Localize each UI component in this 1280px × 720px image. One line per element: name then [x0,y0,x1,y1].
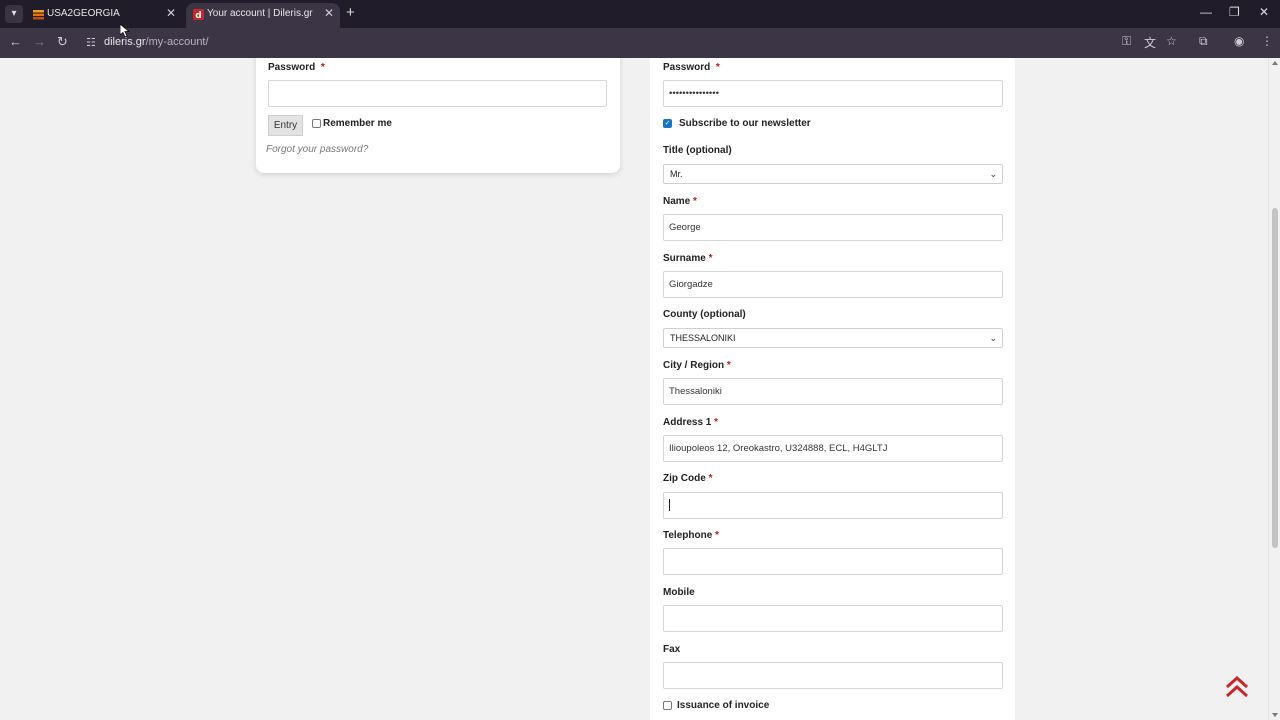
mobile-label: Mobile [663,587,695,598]
new-tab-icon[interactable]: + [346,4,355,21]
url-path: /my-account/ [145,36,209,48]
dileris-favicon-icon: d [193,9,204,20]
entry-button[interactable]: Entry [268,115,303,136]
county-select-value: THESSALONIKI [670,333,736,343]
profile-icon[interactable]: ◉ [1234,34,1244,48]
tab-title: Your account | Dileris.gr [207,8,313,19]
close-tab-icon[interactable]: ✕ [324,6,334,20]
name-label: Name * [663,196,697,207]
site-settings-icon[interactable]: ☷ [86,36,96,49]
svg-text:d: d [195,11,201,20]
tab-usa2georgia[interactable]: USA2GEORGIA ✕ [26,3,182,28]
extensions-icon[interactable]: ⧉ [1199,34,1208,49]
newsletter-label: Subscribe to our newsletter [679,118,811,129]
login-password-input[interactable] [268,80,607,107]
scroll-to-top-icon[interactable] [1224,674,1250,700]
translate-icon[interactable]: 文 [1144,34,1156,51]
text-caret [669,499,670,512]
title-select-value: Mr. [670,169,683,179]
login-password-label: Password * [268,62,325,73]
close-window-icon[interactable]: ✕ [1259,5,1269,19]
telephone-input[interactable] [663,548,1003,575]
invoice-checkbox[interactable] [663,701,672,710]
forgot-password-link[interactable]: Forgot your password? [266,144,368,155]
reload-icon[interactable]: ↻ [57,34,68,50]
name-input[interactable]: George [663,214,1003,241]
register-password-input[interactable]: ••••••••••••••• [663,80,1003,107]
scroll-up-arrow-icon[interactable] [1272,61,1278,65]
chevron-down-icon: ⌄ [989,333,997,343]
invoice-label: Issuance of invoice [677,700,770,711]
city-input[interactable]: Thessaloniki [663,378,1003,405]
fax-input[interactable] [663,662,1003,689]
remember-me-label: Remember me [323,118,392,129]
browser-toolbar: ← → ↻ ☷ dileris.gr/my-account/ ⚿ 文 ☆ ⧉ ◉… [0,28,1280,58]
close-tab-icon[interactable]: ✕ [166,6,176,20]
county-select[interactable]: THESSALONIKI ⌄ [663,328,1003,348]
back-icon[interactable]: ← [9,34,22,49]
tab-title: USA2GEORGIA [47,8,120,19]
forward-icon[interactable]: → [33,34,46,49]
login-card [256,58,620,173]
restore-icon[interactable]: ❐ [1229,5,1240,19]
address-input[interactable]: Ilioupoleos 12, Oreokastro, U324888, ECL… [663,435,1003,462]
bookmark-star-icon[interactable]: ☆ [1166,34,1177,48]
chevron-down-icon: ⌄ [989,169,997,179]
mouse-cursor-icon [120,24,130,38]
page-scrollbar[interactable] [1268,58,1280,720]
scroll-down-arrow-icon[interactable] [1272,713,1278,717]
scrollbar-thumb[interactable] [1272,208,1278,548]
title-select[interactable]: Mr. ⌄ [663,164,1003,184]
mobile-input[interactable] [663,605,1003,632]
fax-label: Fax [663,644,681,655]
usa2georgia-favicon-icon [33,10,44,20]
surname-input[interactable]: Giorgadze [663,271,1003,298]
title-label: Title (optional) [663,145,732,156]
tab-list-icon[interactable]: ▾ [5,5,23,23]
zip-input[interactable] [663,492,1003,519]
tab-your-account[interactable]: d Your account | Dileris.gr ✕ [186,3,340,28]
county-label: County (optional) [663,309,746,320]
remember-me-checkbox[interactable] [312,119,321,128]
city-label: City / Region * [663,360,731,371]
address-label: Address 1 * [663,417,719,428]
newsletter-checkbox[interactable]: ✓ [663,119,672,128]
telephone-label: Telephone * [663,530,719,541]
minimize-icon[interactable]: — [1200,5,1212,19]
surname-label: Surname * [663,253,713,264]
password-key-icon[interactable]: ⚿ [1122,34,1131,49]
page-content: Password * Remember me Forgot your passw… [0,58,1268,720]
register-password-label: Password * [663,62,720,73]
menu-icon[interactable]: ⋮ [1261,34,1273,48]
zip-label: Zip Code * [663,473,713,484]
browser-tab-bar: ▾ USA2GEORGIA ✕ d Your account | Dileris… [0,0,1280,28]
